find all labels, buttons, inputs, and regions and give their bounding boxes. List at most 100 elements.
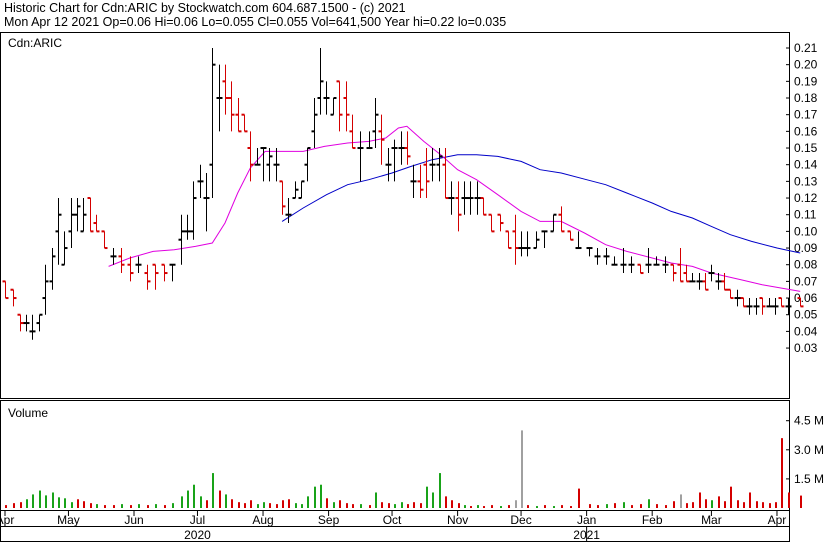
volume-bar bbox=[206, 500, 208, 508]
volume-bar bbox=[718, 496, 720, 508]
volume-bar bbox=[326, 498, 328, 508]
volume-bar bbox=[164, 505, 166, 508]
volume-bar bbox=[71, 502, 73, 508]
volume-bar bbox=[375, 492, 377, 508]
month-label: Mar bbox=[701, 513, 722, 527]
volume-bar bbox=[200, 496, 202, 508]
volume-tick-label: 3.0 M bbox=[794, 443, 824, 457]
price-panel bbox=[0, 32, 790, 399]
month-label: Jan bbox=[577, 513, 596, 527]
month-label: Feb bbox=[642, 513, 663, 527]
volume-bar bbox=[483, 506, 485, 508]
price-tick-label: 0.19 bbox=[794, 74, 818, 88]
volume-tick-label: 4.5 M bbox=[794, 414, 824, 428]
month-label: Nov bbox=[447, 513, 468, 527]
price-tick-label: 0.10 bbox=[794, 224, 818, 238]
volume-bar bbox=[257, 504, 259, 508]
volume-bar bbox=[333, 502, 335, 508]
volume-bar bbox=[231, 499, 233, 508]
price-tick-label: 0.14 bbox=[794, 158, 818, 172]
month-label: Jul bbox=[190, 513, 205, 527]
volume-bar bbox=[276, 504, 278, 508]
volume-bar bbox=[705, 499, 707, 508]
volume-bar bbox=[269, 503, 271, 508]
volume-bar bbox=[288, 499, 290, 508]
volume-bar bbox=[426, 486, 428, 508]
volume-bar bbox=[724, 501, 726, 508]
volume-bar bbox=[578, 488, 580, 508]
volume-bar bbox=[749, 492, 751, 508]
volume-bar bbox=[458, 503, 460, 508]
volume-bar bbox=[648, 499, 650, 508]
volume-bar bbox=[699, 492, 701, 508]
volume-bar bbox=[788, 492, 790, 508]
price-tick-label: 0.15 bbox=[794, 141, 818, 155]
volume-bar bbox=[692, 502, 694, 508]
volume-bar bbox=[352, 504, 354, 508]
volume-bar bbox=[187, 490, 189, 508]
month-label: May bbox=[57, 513, 80, 527]
volume-bar bbox=[477, 505, 479, 508]
month-label: Apr bbox=[0, 513, 14, 527]
volume-bar bbox=[90, 503, 92, 508]
volume-bar bbox=[219, 490, 221, 508]
volume-bar bbox=[64, 498, 66, 508]
volume-bar bbox=[413, 502, 415, 508]
volume-bar bbox=[314, 486, 316, 508]
volume-bar bbox=[320, 484, 322, 508]
volume-bar bbox=[553, 506, 555, 508]
price-tick-label: 0.21 bbox=[794, 41, 818, 55]
volume-bar bbox=[536, 506, 538, 508]
volume-bar bbox=[244, 503, 246, 508]
volume-bar bbox=[680, 494, 682, 508]
volume-bar bbox=[743, 502, 745, 508]
volume-bar bbox=[130, 505, 132, 508]
volume-bar bbox=[77, 499, 79, 508]
price-tick-label: 0.11 bbox=[794, 208, 817, 222]
volume-bar bbox=[13, 503, 15, 508]
volume-bar bbox=[665, 505, 667, 508]
volume-bar bbox=[282, 500, 284, 508]
price-axis: 0.21 0.20 0.19 0.18 0.17 0.16 0.15 0.14 0.13 0.12… bbox=[786, 41, 818, 355]
volume-bar bbox=[339, 500, 341, 508]
price-tick-label: 0.08 bbox=[794, 258, 818, 272]
volume-bar bbox=[346, 503, 348, 508]
volume-bar bbox=[769, 503, 771, 508]
volume-bar bbox=[464, 505, 466, 508]
price-tick-label: 0.03 bbox=[794, 341, 818, 355]
volume-tick-label: 1.5 M bbox=[794, 472, 824, 486]
volume-bar bbox=[606, 504, 608, 508]
volume-bar bbox=[20, 502, 22, 508]
volume-bar bbox=[491, 505, 493, 508]
volume-bar bbox=[445, 496, 447, 508]
volume-bar bbox=[250, 500, 252, 508]
month-label: Dec bbox=[510, 513, 531, 527]
price-tick-label: 0.17 bbox=[794, 108, 818, 122]
volume-bar bbox=[730, 486, 732, 508]
volume-bar bbox=[45, 495, 47, 508]
volume-bar bbox=[360, 504, 362, 508]
volume-bar bbox=[439, 473, 441, 508]
volume-bar bbox=[39, 490, 41, 508]
volume-bar bbox=[388, 503, 390, 508]
price-tick-label: 0.04 bbox=[794, 324, 818, 338]
volume-bar bbox=[104, 505, 106, 508]
volume-bar bbox=[155, 504, 157, 508]
price-tick-label: 0.12 bbox=[794, 191, 818, 205]
symbol-label: Cdn:ARIC bbox=[8, 36, 62, 50]
volume-bar bbox=[561, 505, 563, 508]
volume-bar bbox=[451, 500, 453, 508]
volume-bar bbox=[181, 496, 183, 508]
volume-bar bbox=[32, 494, 34, 508]
volume-bar bbox=[83, 501, 85, 508]
volume-bar bbox=[138, 504, 140, 508]
volume-bar bbox=[521, 430, 523, 508]
stock-chart: Cdn:ARIC 0.21 0.20 0.19 0.18 0.17 0.16 0.15 0.1… bbox=[0, 32, 824, 542]
volume-bar bbox=[26, 499, 28, 508]
volume-bar bbox=[225, 494, 227, 508]
volume-bar bbox=[401, 502, 403, 508]
volume-bar bbox=[762, 502, 764, 508]
volume-bar bbox=[172, 503, 174, 508]
volume-bar bbox=[500, 506, 502, 508]
volume-bar bbox=[301, 504, 303, 508]
